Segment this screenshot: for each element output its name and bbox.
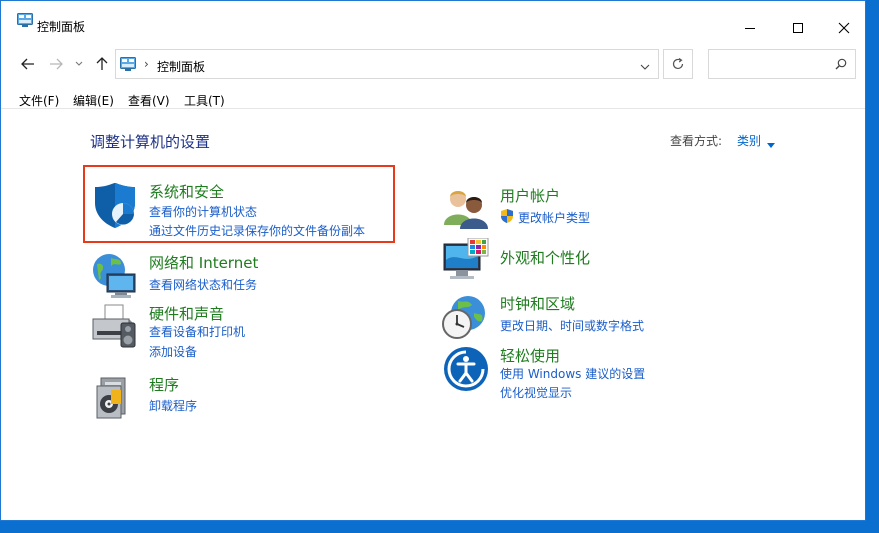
category-title-system-security[interactable]: 系统和安全 (149, 181, 224, 202)
close-button[interactable] (821, 13, 867, 43)
view-by-caret-icon[interactable] (767, 137, 775, 151)
menu-bar: 文件(F) 编辑(E) 查看(V) 工具(T) (1, 89, 865, 109)
category-title-hardware-sound[interactable]: 硬件和声音 (149, 303, 224, 324)
link-optimize-visual-display[interactable]: 优化视觉显示 (500, 384, 572, 401)
search-input[interactable] (708, 49, 856, 79)
refresh-icon (672, 58, 684, 70)
breadcrumb-control-panel[interactable]: 控制面板 (157, 58, 205, 75)
menu-view[interactable]: 查看(V) (128, 92, 170, 109)
programs-icon[interactable] (91, 374, 139, 422)
breadcrumb-separator[interactable]: › (144, 57, 149, 71)
category-title-programs[interactable]: 程序 (149, 374, 179, 395)
link-windows-recommended-settings[interactable]: 使用 Windows 建议的设置 (500, 365, 645, 382)
uac-shield-icon (500, 209, 514, 226)
back-button[interactable] (19, 55, 37, 73)
appearance-monitor-icon[interactable] (442, 237, 490, 286)
up-button[interactable] (93, 55, 111, 73)
search-icon[interactable] (835, 58, 847, 73)
control-panel-icon (120, 57, 136, 74)
recent-locations-chevron-icon[interactable] (73, 55, 85, 73)
address-dropdown-chevron-icon[interactable] (640, 59, 650, 73)
link-uninstall-program[interactable]: 卸载程序 (149, 397, 197, 414)
menu-tools[interactable]: 工具(T) (184, 92, 225, 109)
link-view-computer-status[interactable]: 查看你的计算机状态 (149, 203, 257, 220)
link-devices-printers[interactable]: 查看设备和打印机 (149, 323, 245, 340)
link-view-network-status[interactable]: 查看网络状态和任务 (149, 276, 257, 293)
link-file-history-backup[interactable]: 通过文件历史记录保存你的文件备份副本 (149, 222, 365, 239)
shield-icon[interactable] (91, 181, 139, 229)
ease-of-access-icon[interactable] (442, 345, 490, 393)
link-add-device[interactable]: 添加设备 (149, 343, 197, 360)
user-accounts-icon[interactable] (442, 185, 490, 233)
link-change-account-type[interactable]: 更改帐户类型 (518, 209, 590, 226)
clock-globe-icon[interactable] (442, 293, 490, 341)
maximize-button[interactable] (775, 13, 821, 43)
network-globe-icon[interactable] (91, 252, 139, 300)
control-panel-window: 控制面板 › 控制面板 文件(F) 编辑(E) 查看(V) 工具(T) 调整计算… (0, 0, 866, 521)
page-title: 调整计算机的设置 (90, 133, 211, 151)
address-bar[interactable]: › 控制面板 (115, 49, 659, 79)
view-by-label: 查看方式: (670, 134, 723, 148)
category-title-appearance[interactable]: 外观和个性化 (500, 247, 590, 268)
category-title-clock-region[interactable]: 时钟和区域 (500, 293, 575, 314)
minimize-button[interactable] (727, 13, 773, 43)
category-title-user-accounts[interactable]: 用户帐户 (500, 185, 560, 206)
refresh-button[interactable] (663, 49, 693, 79)
category-title-ease-of-access[interactable]: 轻松使用 (500, 345, 560, 366)
category-title-network-internet[interactable]: 网络和 Internet (149, 252, 258, 273)
menu-edit[interactable]: 编辑(E) (73, 92, 114, 109)
printer-icon[interactable] (91, 303, 139, 351)
menu-file[interactable]: 文件(F) (19, 92, 59, 109)
control-panel-icon (17, 13, 33, 30)
window-title: 控制面板 (37, 20, 86, 34)
forward-button[interactable] (47, 55, 65, 73)
link-change-date-time-format[interactable]: 更改日期、时间或数字格式 (500, 317, 644, 334)
view-by-dropdown[interactable]: 类别 (737, 132, 761, 149)
